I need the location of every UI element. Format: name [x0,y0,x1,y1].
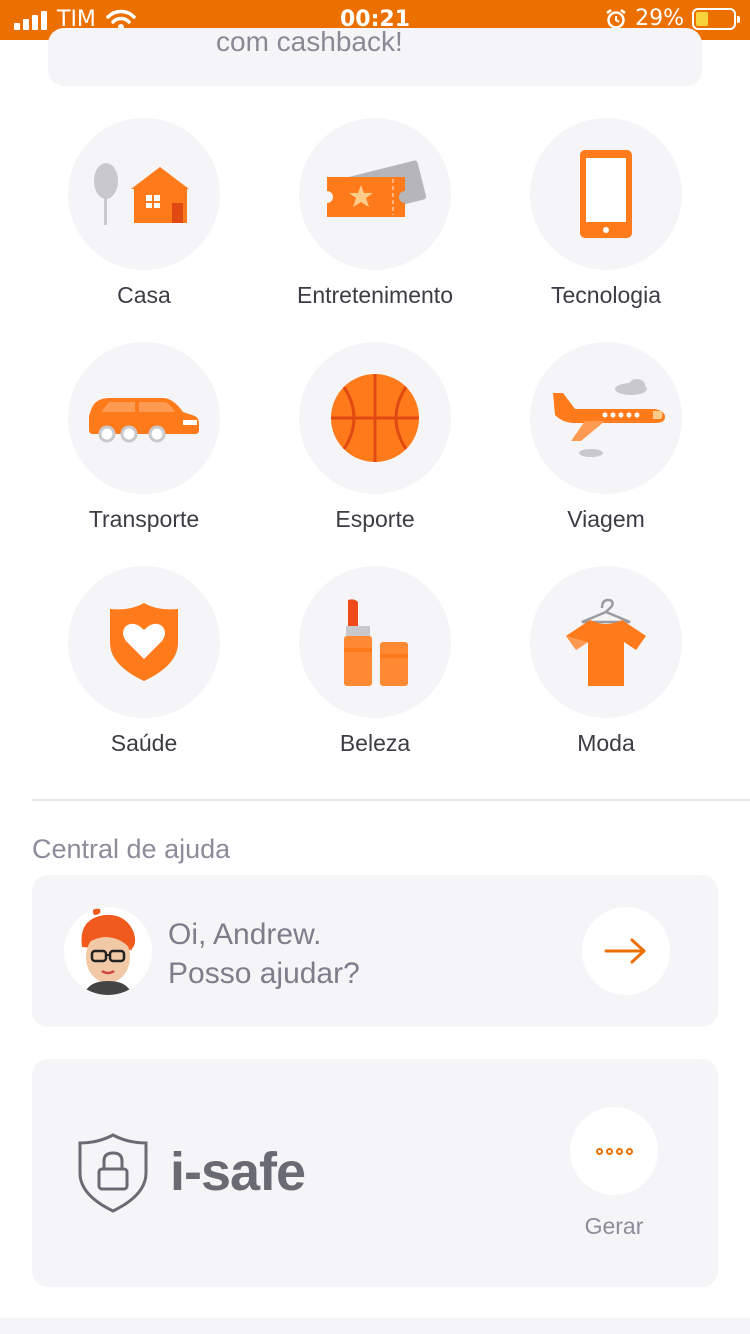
category-label: Entretenimento [297,282,453,308]
airplane-icon [553,379,665,457]
category-tecnologia[interactable]: Tecnologia [491,118,721,309]
isafe-logo-text: i-safe [170,1142,306,1202]
generate-token-button[interactable] [570,1107,658,1195]
basketball-icon [331,374,419,462]
ticket-icon [327,160,427,217]
open-help-button[interactable] [582,907,670,995]
bottom-card-edge [0,1318,750,1334]
smartphone-icon [580,150,632,238]
help-greeting-line1: Oi, Andrew. [168,918,322,951]
tshirt-icon [566,598,646,686]
generate-label: Gerar [584,1213,644,1239]
category-viagem[interactable]: Viagem [491,342,721,533]
token-dot-icon [605,1147,613,1155]
category-transporte[interactable]: Transporte [29,342,259,533]
category-circle [68,342,220,494]
category-circle [530,118,682,270]
cashback-promo-card[interactable]: com cashback! [48,28,702,86]
heart-shield-icon [110,603,178,681]
category-label: Casa [117,282,171,308]
category-circle [299,342,451,494]
help-section-title: Central de ajuda [32,834,231,864]
lock-shield-icon [78,1133,148,1213]
category-label: Transporte [88,506,200,532]
promo-text: com cashback! [216,28,403,57]
van-icon [89,398,199,443]
help-greeting: Oi, Andrew. Posso ajudar? [168,915,360,993]
category-circle [530,342,682,494]
token-dot-icon [595,1147,603,1155]
token-dot-icon [615,1147,623,1155]
battery-icon [692,7,740,30]
category-circle [299,566,451,718]
category-label: Viagem [567,506,645,532]
category-label: Moda [577,730,635,756]
house-icon [94,163,189,225]
category-circle [68,566,220,718]
category-esporte[interactable]: Esporte [260,342,490,533]
category-entretenimento[interactable]: Entretenimento [260,118,490,309]
help-chat-card[interactable]: Oi, Andrew. Posso ajudar? [32,875,718,1027]
category-saude[interactable]: Saúde [29,566,259,757]
category-moda[interactable]: Moda [491,566,721,757]
section-divider [32,799,750,801]
category-label: Saúde [110,730,178,756]
category-circle [68,118,220,270]
token-dot-icon [625,1147,633,1155]
lipstick-icon [344,599,408,686]
help-greeting-line2: Posso ajudar? [168,957,360,990]
isafe-card: i-safe Gerar [32,1059,718,1287]
assistant-avatar [64,907,152,995]
category-label: Esporte [335,506,415,532]
category-circle [299,118,451,270]
arrow-right-icon [604,938,646,964]
category-label: Tecnologia [551,282,661,308]
alarm-icon [606,8,626,29]
category-beleza[interactable]: Beleza [260,566,490,757]
category-casa[interactable]: Casa [29,118,259,309]
category-label: Beleza [339,730,411,756]
category-circle [530,566,682,718]
